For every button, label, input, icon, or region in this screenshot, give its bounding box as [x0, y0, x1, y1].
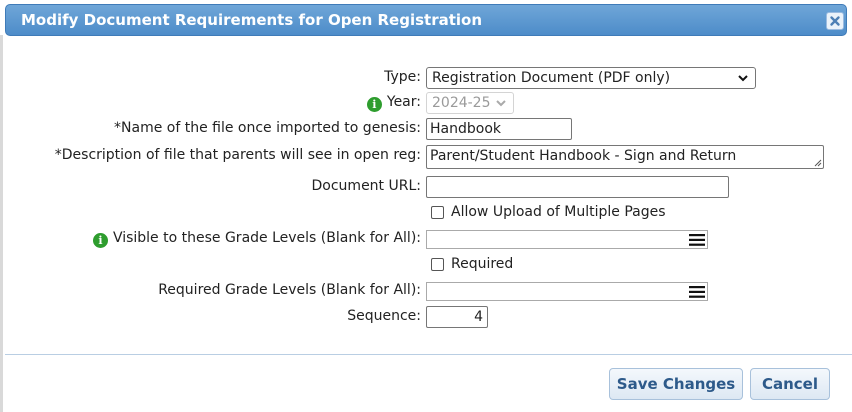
hamburger-menu-icon[interactable]: [689, 234, 705, 246]
visible-grades-label-group: i Visible to these Grade Levels (Blank fo…: [92, 230, 421, 248]
visible-grades-label: Visible to these Grade Levels (Blank for…: [112, 230, 421, 246]
file-name-row: *Name of the file once imported to genes…: [0, 118, 852, 140]
cancel-button[interactable]: Cancel: [750, 368, 830, 400]
required-grades-row: Required Grade Levels (Blank for All):: [0, 280, 852, 302]
visible-grades-row: i Visible to these Grade Levels (Blank fo…: [0, 228, 852, 250]
required-checkbox[interactable]: [431, 258, 444, 271]
save-changes-button[interactable]: Save Changes: [609, 368, 743, 400]
year-select[interactable]: 2024-25: [426, 92, 514, 114]
type-select[interactable]: Registration Document (PDF only): [426, 67, 756, 89]
description-row: *Description of file that parents will s…: [0, 145, 852, 169]
visible-grades-multiselect[interactable]: [426, 230, 708, 249]
info-icon[interactable]: i: [366, 97, 382, 112]
chevron-down-icon: [496, 100, 506, 107]
close-icon: [830, 16, 840, 26]
file-name-label: *Name of the file once imported to genes…: [114, 120, 421, 136]
resize-grip-icon[interactable]: [812, 157, 822, 167]
footer-divider: [5, 354, 852, 355]
file-name-input[interactable]: Handbook: [426, 118, 572, 140]
type-row: Type: Registration Document (PDF only): [0, 67, 852, 89]
year-label-group: i Year:: [366, 94, 421, 112]
allow-upload-checkbox[interactable]: [431, 206, 444, 219]
chevron-down-icon: [738, 75, 748, 82]
sequence-value: 4: [474, 309, 483, 325]
required-row: Required: [0, 254, 852, 276]
hamburger-menu-icon[interactable]: [689, 286, 705, 298]
file-name-value: Handbook: [430, 121, 501, 137]
sequence-label: Sequence:: [347, 308, 421, 324]
required-label: Required: [451, 256, 514, 272]
description-value: Parent/Student Handbook - Sign and Retur…: [430, 148, 737, 164]
dialog-title: Modify Document Requirements for Open Re…: [21, 11, 483, 29]
year-label: Year:: [386, 94, 421, 110]
required-grades-label: Required Grade Levels (Blank for All):: [158, 282, 421, 298]
document-url-row: Document URL:: [0, 176, 852, 198]
document-url-input[interactable]: [426, 176, 729, 198]
allow-upload-label: Allow Upload of Multiple Pages: [451, 204, 666, 220]
sequence-input[interactable]: 4: [426, 306, 488, 328]
allow-upload-row: Allow Upload of Multiple Pages: [0, 202, 852, 224]
type-select-value: Registration Document (PDF only): [432, 70, 671, 86]
info-icon[interactable]: i: [92, 233, 108, 248]
year-row: i Year: 2024-25: [0, 92, 852, 114]
sequence-row: Sequence: 4: [0, 306, 852, 328]
dialog-titlebar[interactable]: Modify Document Requirements for Open Re…: [5, 4, 847, 36]
description-textarea[interactable]: Parent/Student Handbook - Sign and Retur…: [426, 145, 824, 169]
close-button[interactable]: [826, 12, 844, 30]
description-label: *Description of file that parents will s…: [54, 147, 421, 163]
document-url-label: Document URL:: [311, 178, 421, 194]
required-grades-multiselect[interactable]: [426, 282, 708, 301]
type-label: Type:: [384, 69, 421, 85]
modify-document-dialog: Modify Document Requirements for Open Re…: [0, 0, 852, 412]
year-select-value: 2024-25: [432, 95, 491, 111]
